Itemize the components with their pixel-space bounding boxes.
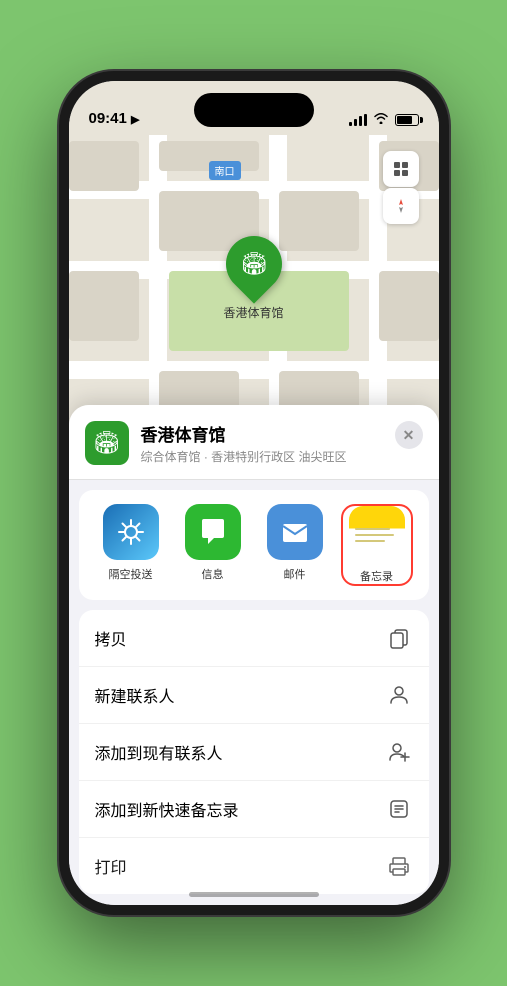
printer-icon [385, 852, 413, 880]
airdrop-icon [103, 504, 159, 560]
map-label-nankou: 南口 [209, 161, 241, 180]
share-item-airdrop[interactable]: 隔空投送 [95, 504, 167, 586]
share-item-more[interactable]: 推 [423, 504, 429, 586]
share-row: 隔空投送 信息 [79, 490, 429, 600]
map-controls [383, 151, 419, 224]
action-new-contact-label: 新建联系人 [95, 683, 385, 707]
map-block [279, 191, 359, 251]
battery-icon [395, 114, 419, 126]
share-item-mail[interactable]: 邮件 [259, 504, 331, 586]
signal-bar-2 [354, 119, 357, 126]
action-new-contact[interactable]: 新建联系人 [79, 667, 429, 724]
action-quick-note-label: 添加到新快速备忘录 [95, 797, 385, 821]
map-block [379, 271, 439, 341]
airdrop-label: 隔空投送 [109, 566, 153, 582]
dynamic-island [194, 93, 314, 127]
action-print-label: 打印 [95, 854, 385, 878]
map-layers-button[interactable] [383, 151, 419, 187]
home-indicator [189, 892, 319, 897]
marker-icon: 🏟 [240, 251, 268, 277]
signal-bars [349, 114, 367, 126]
venue-name: 香港体育馆 [141, 421, 383, 446]
phone-screen: 09:41 ▶ [69, 81, 439, 905]
wifi-icon [373, 112, 389, 127]
location-arrow-icon: ▶ [131, 114, 139, 126]
notes-lines [349, 520, 405, 548]
action-copy[interactable]: 拷贝 [79, 610, 429, 667]
map-block [69, 141, 139, 191]
mail-label: 邮件 [284, 566, 306, 582]
messages-icon [185, 504, 241, 560]
action-copy-label: 拷贝 [95, 626, 385, 650]
map-compass-button[interactable] [383, 188, 419, 224]
status-time: 09:41 ▶ [89, 110, 140, 127]
person-add-icon [385, 738, 413, 766]
venue-info: 香港体育馆 综合体育馆 · 香港特别行政区 油尖旺区 [141, 421, 383, 465]
venue-header: 🏟 香港体育馆 综合体育馆 · 香港特别行政区 油尖旺区 ✕ [69, 405, 439, 480]
status-icons [349, 112, 419, 127]
copy-icon [385, 624, 413, 652]
quick-note-icon [385, 795, 413, 823]
stadium-marker[interactable]: 🏟 香港体育馆 [223, 236, 283, 321]
bottom-sheet: 🏟 香港体育馆 综合体育馆 · 香港特别行政区 油尖旺区 ✕ [69, 405, 439, 905]
phone-frame: 09:41 ▶ [59, 71, 449, 915]
action-quick-note[interactable]: 添加到新快速备忘录 [79, 781, 429, 838]
time-display: 09:41 [89, 110, 127, 127]
action-add-existing-label: 添加到现有联系人 [95, 740, 385, 764]
signal-bar-1 [349, 122, 352, 126]
person-icon [385, 681, 413, 709]
venue-icon: 🏟 [85, 421, 129, 465]
map-label-text: 南口 [215, 167, 235, 178]
map-block [69, 271, 139, 341]
battery-fill [397, 116, 412, 124]
notes-label: 备忘录 [360, 568, 393, 584]
marker-label: 香港体育馆 [223, 304, 283, 321]
action-print[interactable]: 打印 [79, 838, 429, 894]
signal-bar-4 [364, 114, 367, 126]
share-item-messages[interactable]: 信息 [177, 504, 249, 586]
signal-bar-3 [359, 116, 362, 126]
action-add-existing[interactable]: 添加到现有联系人 [79, 724, 429, 781]
messages-label: 信息 [202, 566, 224, 582]
action-list: 拷贝 新建联系人 [79, 610, 429, 894]
mail-icon [267, 504, 323, 560]
marker-pin: 🏟 [214, 224, 293, 303]
close-button[interactable]: ✕ [395, 421, 423, 449]
venue-subtitle: 综合体育馆 · 香港特别行政区 油尖旺区 [141, 448, 383, 465]
share-item-notes[interactable]: 备忘录 [341, 504, 413, 586]
notes-icon [349, 506, 405, 562]
